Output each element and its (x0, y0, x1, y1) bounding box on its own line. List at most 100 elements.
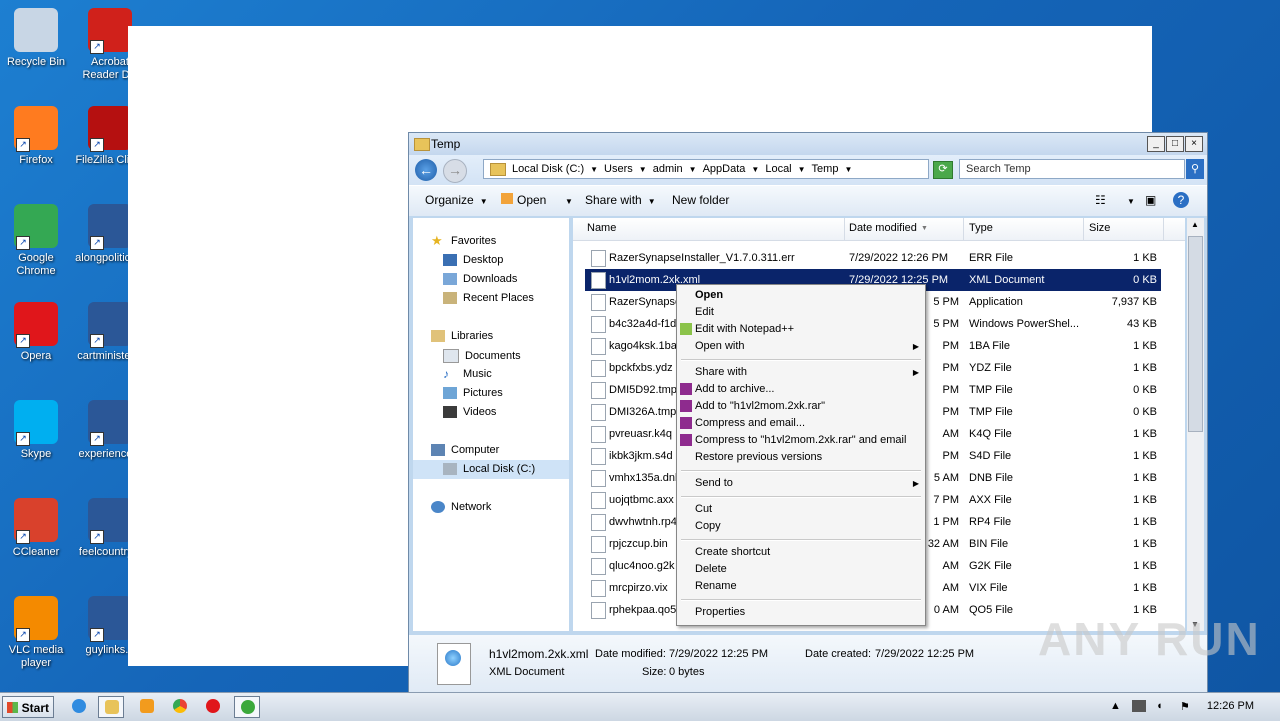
nav-recent[interactable]: Recent Places (443, 292, 534, 304)
help-icon[interactable]: ? (1173, 192, 1189, 208)
column-size[interactable]: Size (1089, 222, 1110, 234)
menu-separator (681, 539, 921, 541)
chevron-down-icon[interactable]: ▼ (798, 165, 806, 174)
menu-properties[interactable]: Properties (695, 606, 745, 618)
open-dropdown[interactable]: ▼ (559, 193, 573, 207)
search-icon[interactable]: ⚲ (1186, 159, 1204, 179)
breadcrumb-item[interactable]: Users (604, 163, 633, 175)
breadcrumb-item[interactable]: admin (653, 163, 683, 175)
nav-computer[interactable]: Computer (431, 444, 499, 456)
taskbar-explorer[interactable] (98, 696, 124, 718)
shortcut-arrow-icon: ↗ (90, 138, 104, 152)
menu-share-with[interactable]: Share with (695, 366, 747, 378)
nav-downloads[interactable]: Downloads (443, 273, 517, 285)
chevron-down-icon[interactable]: ▼ (844, 165, 852, 174)
menu-open-with[interactable]: Open with (695, 340, 745, 352)
taskbar-ie[interactable] (66, 696, 92, 718)
chevron-down-icon[interactable]: ▼ (689, 165, 697, 174)
refresh-icon[interactable]: ⟳ (933, 161, 953, 179)
desktop-icon-item[interactable]: ↗ Firefox (0, 106, 72, 167)
shortcut-arrow-icon: ↗ (16, 236, 30, 250)
nav-favorites[interactable]: ★ Favorites (431, 234, 496, 247)
scroll-up-icon[interactable]: ▲ (1191, 220, 1199, 229)
address-bar-area: ← → Local Disk (C:) ▼ Users ▼ admin ▼ AppDa… (409, 155, 1207, 185)
close-button[interactable]: × (1185, 136, 1203, 152)
new-folder-button[interactable]: New folder (672, 193, 729, 207)
taskbar-opera[interactable] (200, 696, 226, 718)
app-icon: ↗ (14, 400, 58, 446)
desktop-icon-item[interactable]: ↗ Opera (0, 302, 72, 363)
share-with-button[interactable]: Share with ▼ (585, 193, 656, 207)
tray-flag-icon[interactable]: ⚑ (1180, 700, 1190, 713)
column-divider[interactable] (1163, 218, 1164, 240)
details-date-modified: 7/29/2022 12:25 PM (669, 648, 769, 660)
desktop-icon-item[interactable]: ↗ CCleaner (0, 498, 72, 559)
file-row[interactable]: RazerSynapseInstaller_V1.7.0.311.err 7/29… (573, 247, 1185, 269)
preview-pane-icon[interactable]: ▣ (1145, 193, 1156, 207)
column-date[interactable]: Date modified (849, 222, 917, 234)
desktop-icon-item[interactable]: ↗ Skype (0, 400, 72, 461)
scroll-thumb[interactable] (1188, 236, 1203, 432)
nav-desktop[interactable]: Desktop (443, 254, 503, 266)
menu-create-shortcut[interactable]: Create shortcut (695, 546, 770, 558)
taskbar-media-player[interactable] (134, 696, 160, 718)
menu-add-archive[interactable]: Add to archive... (695, 383, 775, 395)
menu-cut[interactable]: Cut (695, 503, 712, 515)
nav-libraries[interactable]: Libraries (431, 330, 493, 342)
menu-restore[interactable]: Restore previous versions (695, 451, 822, 463)
menu-open[interactable]: Open (695, 289, 723, 301)
chevron-down-icon[interactable]: ▼ (590, 165, 598, 174)
chevron-down-icon[interactable]: ▼ (639, 165, 647, 174)
start-button[interactable]: Start (2, 696, 54, 718)
column-name[interactable]: Name (587, 222, 616, 234)
desktop-icon-item[interactable]: ↗ Google Chrome (0, 204, 72, 278)
organize-button[interactable]: Organize ▼ (425, 193, 488, 207)
nav-pictures[interactable]: Pictures (443, 387, 503, 399)
breadcrumb-item[interactable]: Local Disk (C:) (512, 163, 584, 175)
title-bar[interactable]: Temp _ □ × (409, 133, 1207, 155)
column-divider[interactable] (844, 218, 845, 240)
chevron-down-icon[interactable]: ▼ (751, 165, 759, 174)
breadcrumb[interactable]: Local Disk (C:) ▼ Users ▼ admin ▼ AppData ▼ … (483, 159, 929, 179)
nav-label: Network (451, 501, 492, 513)
nav-videos[interactable]: Videos (443, 406, 496, 418)
menu-rename[interactable]: Rename (695, 580, 737, 592)
minimize-button[interactable]: _ (1147, 136, 1165, 152)
tray-expand-icon[interactable]: ▲ (1110, 700, 1121, 712)
taskbar-chrome[interactable] (167, 696, 193, 718)
view-icon[interactable]: ☷ (1095, 193, 1106, 207)
search-input[interactable]: Search Temp (959, 159, 1185, 179)
desktop-icon-item[interactable]: Recycle Bin (0, 8, 72, 69)
column-divider[interactable] (963, 218, 964, 240)
breadcrumb-item[interactable]: AppData (703, 163, 746, 175)
nav-local-disk[interactable]: Local Disk (C:) (443, 463, 535, 475)
open-button[interactable]: Open (501, 193, 546, 207)
desktop-icon-item[interactable]: ↗ VLC media player (0, 596, 72, 670)
back-button[interactable]: ← (415, 159, 437, 181)
menu-copy[interactable]: Copy (695, 520, 721, 532)
breadcrumb-item[interactable]: Temp (812, 163, 839, 175)
nav-network[interactable]: Network (431, 501, 491, 513)
file-icon (591, 448, 606, 465)
nav-music[interactable]: ♪ Music (443, 368, 492, 380)
breadcrumb-item[interactable]: Local (765, 163, 791, 175)
taskbar-razer[interactable] (234, 696, 260, 718)
menu-send-to[interactable]: Send to (695, 477, 733, 489)
tray-volume-icon[interactable]: ◖ (1156, 700, 1163, 712)
view-dropdown[interactable]: ▼ (1121, 193, 1135, 207)
menu-delete[interactable]: Delete (695, 563, 727, 575)
vertical-scrollbar[interactable]: ▲ ▼ (1187, 218, 1204, 631)
menu-edit-notepadpp[interactable]: Edit with Notepad++ (695, 323, 794, 335)
clock[interactable]: 12:26 PM (1207, 700, 1254, 712)
menu-compress-email[interactable]: Compress and email... (695, 417, 805, 429)
tray-network-icon[interactable] (1132, 700, 1146, 712)
column-type[interactable]: Type (969, 222, 993, 234)
menu-compress-rar-email[interactable]: Compress to "h1vl2mom.2xk.rar" and email (695, 434, 906, 446)
forward-button[interactable]: → (443, 159, 467, 183)
column-divider[interactable] (1083, 218, 1084, 240)
maximize-button[interactable]: □ (1166, 136, 1184, 152)
nav-documents[interactable]: Documents (443, 349, 521, 363)
menu-edit[interactable]: Edit (695, 306, 714, 318)
menu-add-rar[interactable]: Add to "h1vl2mom.2xk.rar" (695, 400, 825, 412)
menu-separator (681, 599, 921, 601)
